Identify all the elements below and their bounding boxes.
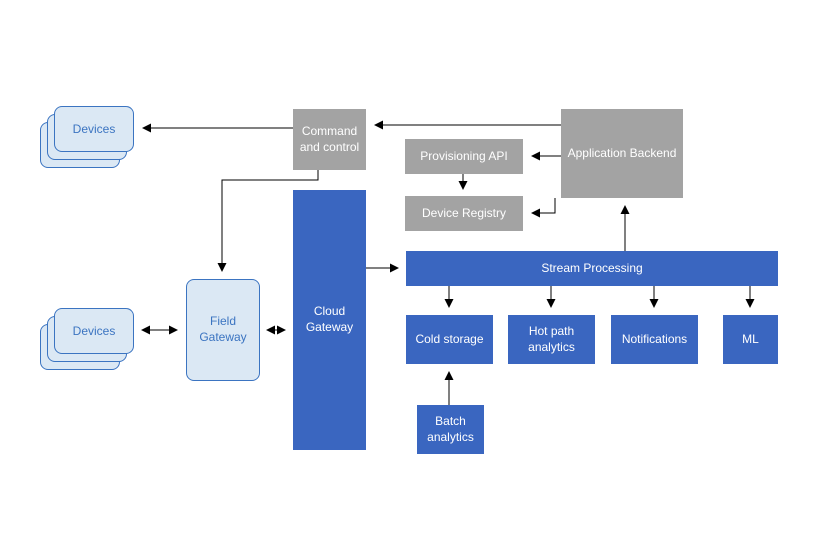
application-backend-label: Application Backend (568, 146, 677, 162)
cold-storage-label: Cold storage (415, 332, 483, 348)
device-registry-label: Device Registry (422, 206, 506, 222)
device-registry: Device Registry (405, 196, 523, 231)
provisioning-api-label: Provisioning API (420, 149, 507, 165)
devices-label: Devices (73, 324, 116, 338)
application-backend: Application Backend (561, 109, 683, 198)
ml: ML (723, 315, 778, 364)
field-gateway-label: Field Gateway (191, 314, 255, 345)
notifications: Notifications (611, 315, 698, 364)
stream-processing: Stream Processing (406, 251, 778, 286)
devices-label: Devices (73, 122, 116, 136)
ml-label: ML (742, 332, 759, 348)
stream-processing-label: Stream Processing (541, 261, 642, 277)
field-gateway: Field Gateway (186, 279, 260, 381)
cold-storage: Cold storage (406, 315, 493, 364)
cloud-gateway: Cloud Gateway (293, 190, 366, 450)
command-control-label: Command and control (297, 124, 362, 155)
command-control: Command and control (293, 109, 366, 170)
hot-path-label: Hot path analytics (512, 324, 591, 355)
notifications-label: Notifications (622, 332, 687, 348)
batch-analytics: Batch analytics (417, 405, 484, 454)
batch-analytics-label: Batch analytics (421, 414, 480, 445)
hot-path-analytics: Hot path analytics (508, 315, 595, 364)
cloud-gateway-label: Cloud Gateway (297, 304, 362, 335)
provisioning-api: Provisioning API (405, 139, 523, 174)
